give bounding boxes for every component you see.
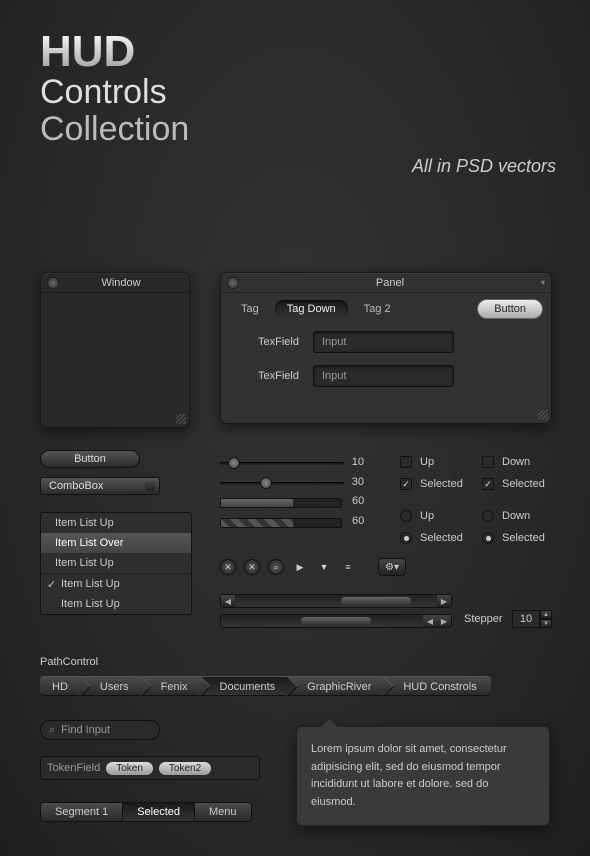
token[interactable]: Token2 [159,762,211,775]
checkbox[interactable] [482,478,494,490]
hero-tagline: All in PSD vectors [412,156,556,177]
push-button[interactable]: Button [40,450,140,468]
scroll-thumb[interactable] [341,597,411,605]
check-label: Up [420,456,434,468]
scroll-thumb[interactable] [301,617,371,625]
search-input[interactable]: ⌕ Find Input [40,720,160,740]
breadcrumb[interactable]: GraphicRiver [289,676,385,696]
stepper: 10 ▲▼ [512,610,552,628]
cancel-icon[interactable]: ✕ [220,559,236,575]
close-icon[interactable] [227,277,239,289]
hero-title-1: HUD [40,30,550,74]
path-control: HD Users Fenix Documents GraphicRiver HU… [40,676,491,696]
hud-panel: Panel ▾ Tag Tag Down Tag 2 Button TexFie… [220,272,552,424]
checkbox[interactable] [400,478,412,490]
tab-tag-down[interactable]: Tag Down [275,300,348,318]
breadcrumb[interactable]: HD [40,676,82,696]
token-field[interactable]: TokenField Token Token2 [40,756,260,780]
search-placeholder: Find Input [61,724,110,736]
radio[interactable] [400,510,412,522]
radio[interactable] [400,532,412,544]
list-item[interactable]: ✓Item List Up [41,573,191,594]
pathcontrol-label: PathControl [40,656,98,668]
segment[interactable]: Menu [195,803,251,821]
text-input[interactable] [313,331,454,353]
token[interactable]: Token [106,762,153,775]
tooltip: Lorem ipsum dolor sit amet, consectetur … [296,726,550,826]
field-label: TexField [245,336,299,348]
search-icon: ⌕ [49,724,55,737]
breadcrumb[interactable]: Documents [202,676,290,696]
chevron-down-icon[interactable]: ▾ [541,278,545,287]
segmented-control: Segment 1 Selected Menu [40,802,252,822]
chevron-down-icon[interactable]: ▼ [316,559,332,575]
check-label: Down [502,456,530,468]
close-icon[interactable] [47,277,59,289]
progress-value: 60 [352,495,364,507]
list-item[interactable]: Item List Over [41,533,191,553]
scrollbar[interactable]: ◀ ▶ [220,594,452,608]
text-input[interactable] [313,365,454,387]
check-label: Selected [502,478,545,490]
check-label: Selected [420,478,463,490]
search-icon[interactable]: ⌕ [268,559,284,575]
close-icon[interactable]: ✕ [244,559,260,575]
progress-bar [220,498,342,508]
play-icon[interactable]: ▶ [292,559,308,575]
list-menu: Item List Up Item List Over Item List Up… [40,512,192,615]
slider-value: 10 [352,456,364,468]
hero-title-3: Collection [40,111,550,148]
scroll-right-icon[interactable]: ▶ [437,595,451,607]
radio-label: Up [420,510,434,522]
combobox[interactable]: ComboBox▴▾ [40,477,160,495]
segment[interactable]: Selected [123,803,195,821]
gear-button[interactable]: ⚙▾ [378,558,406,576]
radio-label: Selected [420,532,463,544]
list-item[interactable]: Item List Up [41,513,191,533]
checkbox[interactable] [400,456,412,468]
list-item[interactable]: Item List Up [41,594,191,614]
radio-label: Selected [502,532,545,544]
scroll-left-icon[interactable]: ◀ [221,595,235,607]
resize-grip[interactable] [176,414,186,424]
radio[interactable] [482,510,494,522]
menu-icon[interactable]: ≡ [340,559,356,575]
hero-title-2: Controls [40,74,550,111]
radio[interactable] [482,532,494,544]
tab-tag[interactable]: Tag [229,300,271,318]
progress-bar-stripe [220,518,342,528]
radio-label: Down [502,510,530,522]
scroll-left-icon[interactable]: ◀ [423,615,437,627]
field-label: TexField [245,370,299,382]
panel-title: Panel [239,277,541,289]
segment[interactable]: Segment 1 [41,803,123,821]
slider[interactable]: 30 [220,476,364,490]
resize-grip[interactable] [538,410,548,420]
step-down-icon[interactable]: ▼ [540,619,552,628]
hud-window: Window [40,272,190,428]
breadcrumb[interactable]: HUD Constrols [385,676,490,696]
step-up-icon[interactable]: ▲ [540,610,552,619]
stepper-value[interactable]: 10 [512,610,540,628]
checkbox[interactable] [482,456,494,468]
slider-value: 30 [352,476,364,488]
tokenfield-label: TokenField [47,762,100,774]
progress-value: 60 [352,515,364,527]
list-item[interactable]: Item List Up [41,553,191,573]
window-title: Window [59,277,183,289]
slider[interactable]: 10 [220,456,364,470]
stepper-label: Stepper [464,613,503,625]
tab-tag-2[interactable]: Tag 2 [352,300,403,318]
scroll-right-icon[interactable]: ▶ [437,615,451,627]
scrollbar[interactable]: ◀ ▶ [220,614,452,628]
panel-button[interactable]: Button [477,299,543,319]
